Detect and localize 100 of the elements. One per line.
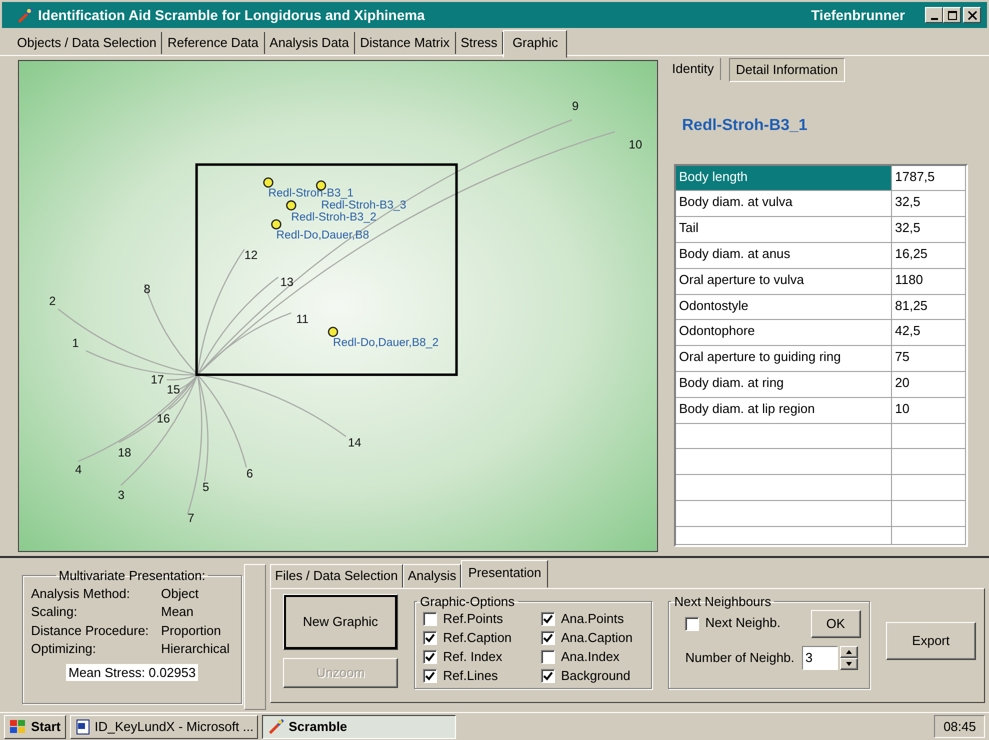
point-label: 14 <box>348 435 362 450</box>
checkbox[interactable]: Ana.Index <box>541 648 644 667</box>
similarity-plot[interactable]: 1 2 3 4 5 6 7 8 9 10 11 12 13 14 15 16 17 18 Redl-Stroh-B3_1 Redl-Stroh-B3_3 Redl-Stroh-B3_2 Redl-Do,Dauer,B8 Redl-Do,Dauer,B8_2 <box>18 60 658 552</box>
table-cell: 42,5 <box>892 320 966 346</box>
user-name: Tiefenbrunner <box>811 6 905 24</box>
detail-title: Redl-Stroh-B3_1 <box>681 116 808 136</box>
table-cell: 75 <box>892 346 966 372</box>
taskbar-button[interactable]: ID_KeyLundX - Microsoft ... <box>70 714 258 738</box>
tab[interactable]: Identity <box>666 58 721 80</box>
tab[interactable]: Files / Data Selection <box>270 564 403 588</box>
point-label: 15 <box>166 382 180 397</box>
checkbox[interactable]: Ana.Caption <box>541 628 644 648</box>
export-button[interactable]: Export <box>886 622 976 660</box>
spin-down-button[interactable] <box>840 658 858 670</box>
table-cell: 32,5 <box>892 191 966 218</box>
spin-up-button[interactable] <box>840 646 858 658</box>
number-field[interactable]: 3 <box>802 646 838 670</box>
minimize-button[interactable] <box>925 7 943 23</box>
table-cell[interactable]: Odontophore <box>676 320 892 346</box>
field-label: Analysis Method: <box>31 586 131 602</box>
app-icon <box>266 718 285 735</box>
table-cell[interactable]: Body diam. at anus <box>676 242 892 269</box>
table-cell: 32,5 <box>892 217 966 243</box>
sample-label: Redl-Do,Dauer,B8 <box>276 229 370 242</box>
stress-value: Mean Stress: 0.02953 <box>66 664 198 681</box>
sample-label: Redl-Stroh-B3_1 <box>268 187 354 200</box>
table-cell: 1180 <box>892 268 966 295</box>
windows-logo-icon <box>9 718 27 734</box>
tab[interactable]: Analysis Data <box>264 32 356 54</box>
new-graphic-button[interactable]: New Graphic <box>283 594 398 650</box>
point-label: 17 <box>150 372 164 387</box>
table-cell: 10 <box>892 398 966 424</box>
tab[interactable]: Graphic <box>503 30 567 58</box>
window-title: Identification Aid Scramble for Longidorus and Xiphinema <box>38 6 426 24</box>
table-cell[interactable]: Oral aperture to guiding ring <box>676 346 892 372</box>
tab[interactable]: Analysis <box>402 564 462 588</box>
checkbox[interactable]: Ana.Points <box>541 610 644 629</box>
field-label: Distance Procedure: <box>31 622 150 638</box>
sample-point <box>286 200 296 211</box>
point-label: 2 <box>49 294 56 308</box>
point-label: 5 <box>202 480 210 494</box>
table-cell[interactable]: Body length <box>676 166 892 192</box>
clock: 08:45 <box>934 714 985 738</box>
table-cell: 20 <box>892 372 966 398</box>
table-cell[interactable]: Body diam. at vulva <box>676 191 892 218</box>
table-cell: 16,25 <box>892 242 966 269</box>
tab[interactable]: Reference Data <box>162 32 265 54</box>
table-cell[interactable]: Odontostyle <box>676 294 892 320</box>
maximize-icon <box>948 10 956 20</box>
table-cell: 1787,5 <box>892 166 966 192</box>
field-value: Mean <box>161 604 195 620</box>
maximize-button[interactable] <box>943 7 961 23</box>
sample-label: Redl-Do,Dauer,B8_2 <box>333 336 439 349</box>
field-value: Object <box>161 586 200 602</box>
ok-button[interactable]: OK <box>810 610 861 638</box>
document-icon <box>74 718 91 734</box>
field-label: Scaling: <box>31 604 78 620</box>
point-label: 18 <box>118 445 132 460</box>
checkbox[interactable]: Ref.Lines <box>423 666 541 686</box>
point-label: 9 <box>572 98 579 113</box>
table-cell[interactable]: Tail <box>676 217 892 243</box>
tab[interactable]: Distance Matrix <box>355 32 456 54</box>
sample-point <box>328 326 338 338</box>
point-label: 13 <box>280 275 294 290</box>
point-label: 4 <box>75 462 82 476</box>
field-label: Number of Neighb. <box>685 650 794 666</box>
point-label: 10 <box>628 138 642 152</box>
tab[interactable]: Detail Information <box>728 58 845 82</box>
tab[interactable]: Objects / Data Selection <box>12 32 162 54</box>
close-icon <box>968 10 976 20</box>
sample-label: Redl-Stroh-B3_2 <box>291 211 376 224</box>
field-value: Proportion <box>161 622 222 638</box>
sample-point <box>271 219 282 230</box>
point-label: 1 <box>72 336 79 350</box>
tab[interactable]: Presentation <box>461 560 548 588</box>
table-cell[interactable]: Body diam. at lip region <box>676 398 892 424</box>
minimize-icon <box>930 18 938 20</box>
point-label: 3 <box>118 488 125 502</box>
start-button[interactable]: Start <box>4 714 66 738</box>
taskbar-button[interactable]: Scramble <box>262 714 456 738</box>
checkbox[interactable]: Ref.Points <box>423 610 541 629</box>
up-arrow-icon <box>846 650 852 654</box>
checkbox[interactable]: Background <box>541 666 644 686</box>
sample-label: Redl-Stroh-B3_3 <box>321 199 406 212</box>
group-title: Graphic-Options <box>419 594 516 610</box>
app-icon <box>16 6 34 24</box>
table-cell[interactable]: Body diam. at ring <box>676 372 892 398</box>
checkbox[interactable]: Next Neighb. <box>685 616 780 631</box>
table-cell[interactable]: Oral aperture to vulva <box>676 268 892 295</box>
point-label: 6 <box>246 466 254 480</box>
down-arrow-icon <box>846 662 852 666</box>
group-title: Next Neighbours <box>673 594 772 610</box>
point-label: 7 <box>188 511 194 526</box>
checkbox[interactable]: Ref. Index <box>423 648 541 667</box>
point-label: 12 <box>244 248 258 262</box>
close-button[interactable] <box>963 7 981 23</box>
checkbox[interactable]: Ref.Caption <box>423 628 541 648</box>
group-title: Multivariate Presentation: <box>58 568 206 584</box>
table-cell: 81,25 <box>892 294 966 320</box>
point-label: 11 <box>296 312 309 326</box>
